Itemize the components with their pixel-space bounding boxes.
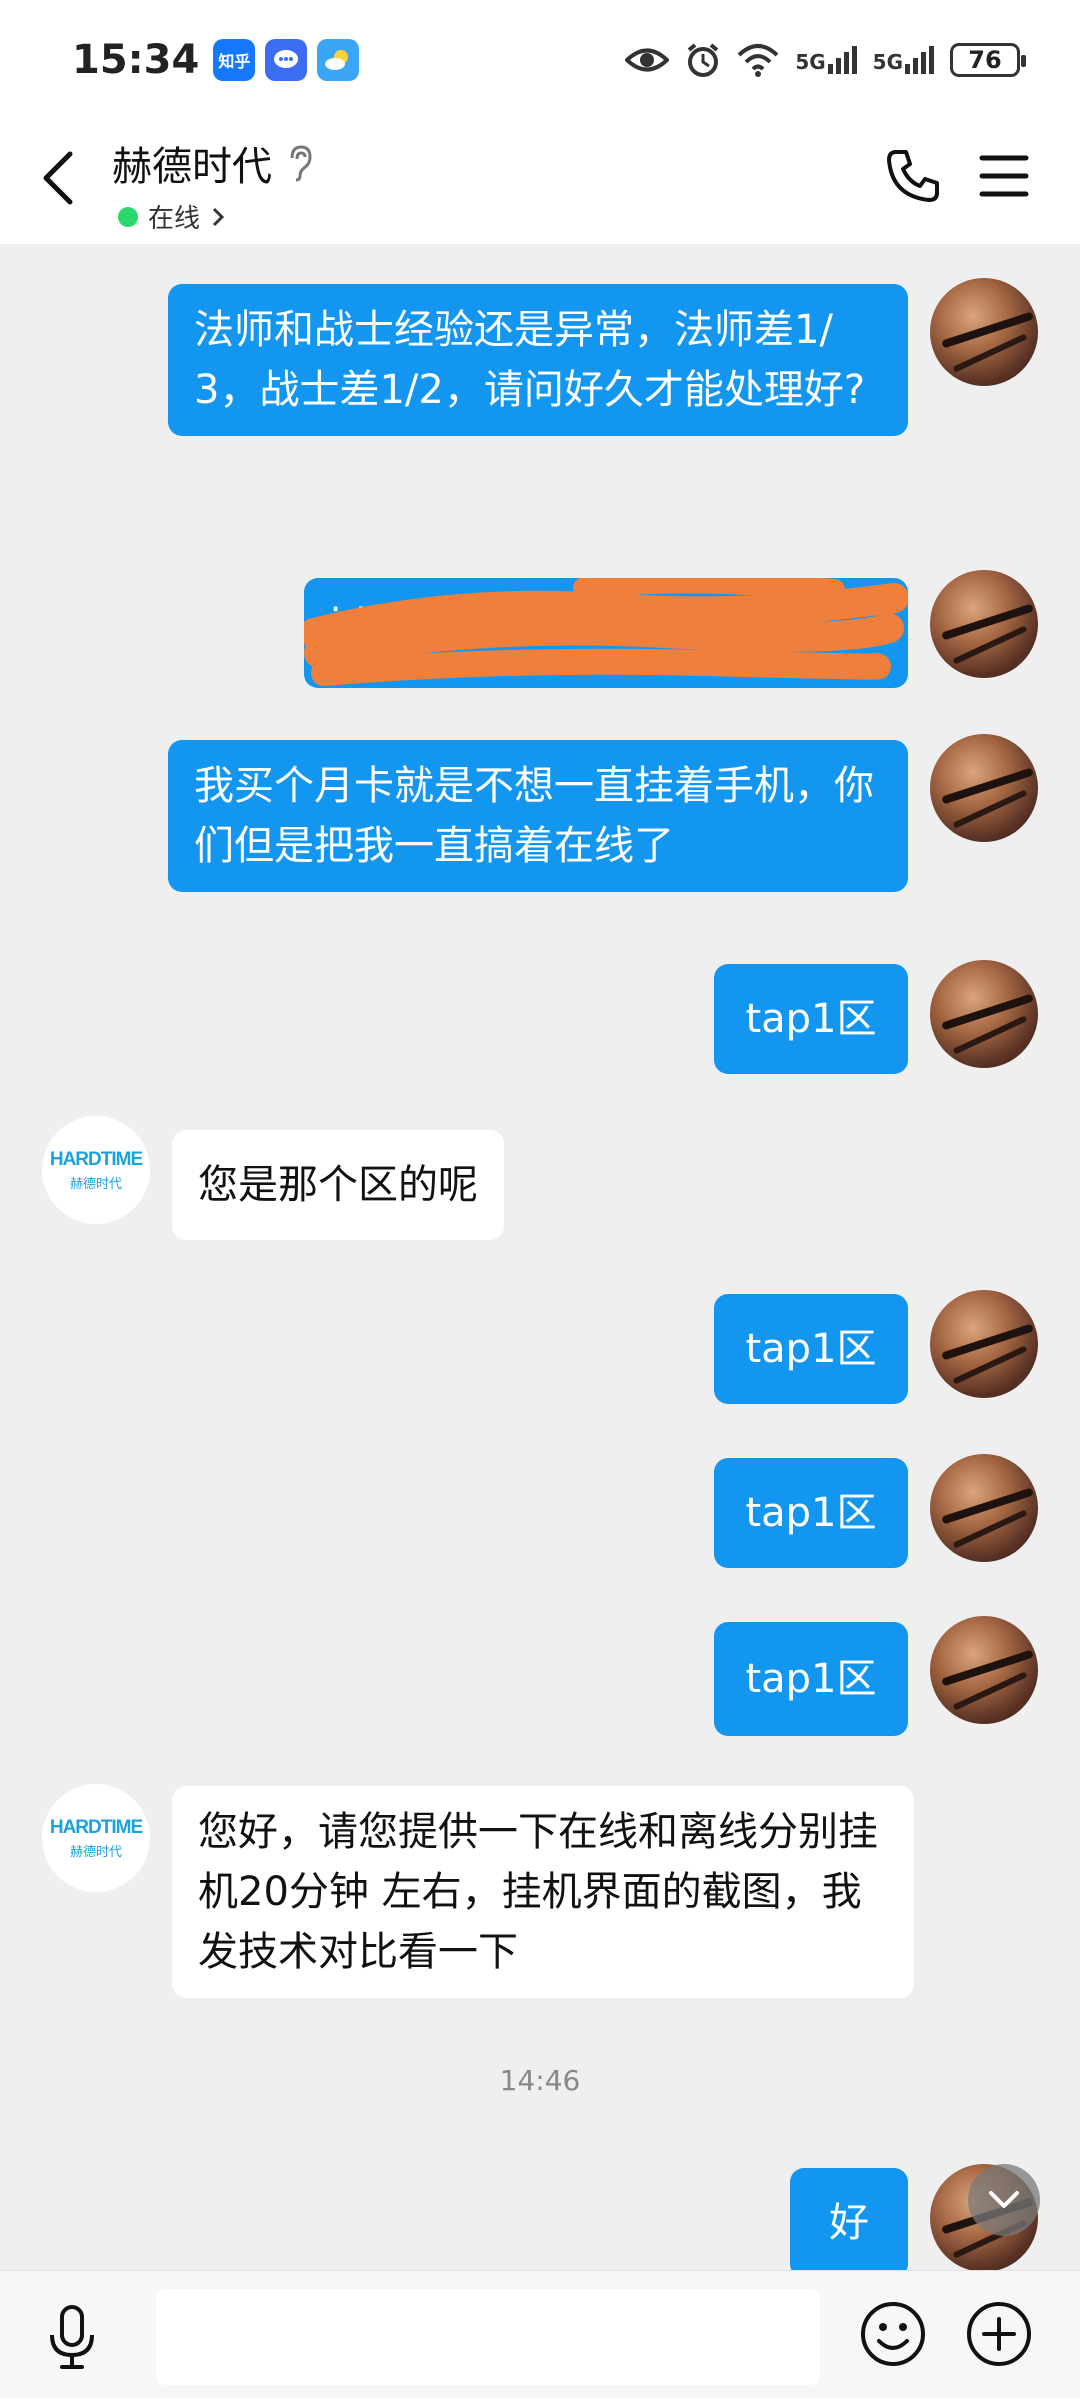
message-bubble-outgoing[interactable]: 法师和战士经验还是异常，法师差1/3，战士差1/2，请问好久才能处理好?	[168, 284, 908, 436]
contact-avatar[interactable]: HARDTIME 赫德时代	[42, 1784, 150, 1892]
alarm-icon	[688, 43, 719, 77]
contact-avatar[interactable]: HARDTIME 赫德时代	[42, 1116, 150, 1224]
chat-header: 赫德时代 在线	[0, 120, 1080, 244]
eye-icon	[625, 48, 670, 72]
scroll-to-bottom-button[interactable]	[968, 2164, 1040, 2236]
status-bar: 15:34 知乎 5G 5G 76	[0, 0, 1080, 120]
my-avatar[interactable]	[930, 278, 1038, 386]
microphone-icon[interactable]	[42, 2303, 102, 2373]
logo-text: HARDTIME	[49, 1148, 143, 1170]
logo-subtext: 赫德时代	[69, 1844, 122, 1860]
signal-icon-2: 5G	[873, 46, 934, 74]
my-avatar[interactable]	[930, 734, 1038, 842]
back-icon[interactable]	[38, 148, 82, 208]
chevron-right-icon	[212, 207, 225, 226]
zhihu-app-icon: 知乎	[213, 39, 256, 81]
wifi-icon	[737, 44, 779, 77]
message-bubble-incoming[interactable]: 您好，请您提供一下在线和离线分别挂机20分钟 左右，挂机界面的截图，我发技术对比…	[172, 1786, 914, 1998]
ear-icon	[290, 145, 312, 182]
message-bubble-outgoing[interactable]: tap1区	[714, 1458, 908, 1568]
my-avatar[interactable]	[930, 570, 1038, 678]
message-bubble-outgoing[interactable]: tap1区	[714, 1622, 908, 1736]
signal-icon-1: 5G	[795, 46, 857, 74]
message-bubble-outgoing[interactable]: tap1区	[714, 964, 908, 1074]
weather-app-icon	[317, 39, 360, 81]
battery-icon: 76	[950, 43, 1026, 77]
status-time: 15:34	[72, 37, 200, 83]
message-input[interactable]	[156, 2289, 820, 2385]
message-list[interactable]: 法师和战士经验还是异常，法师差1/3，战士差1/2，请问好久才能处理好? id号…	[0, 244, 1080, 2278]
my-avatar[interactable]	[930, 1454, 1038, 1562]
chevron-down-icon	[989, 2191, 1019, 2208]
chat-title-area[interactable]: 赫德时代 在线	[112, 134, 314, 235]
online-status: 在线	[148, 204, 201, 234]
logo-subtext: 赫德时代	[69, 1176, 122, 1192]
message-bubble-redacted[interactable]: id号 ... 78	[304, 578, 908, 688]
chat-title: 赫德时代	[112, 144, 272, 190]
redaction-scribble	[304, 578, 908, 686]
online-dot	[118, 206, 138, 227]
menu-icon[interactable]	[974, 146, 1034, 206]
message-bubble-outgoing[interactable]: tap1区	[714, 1294, 908, 1404]
emoji-icon[interactable]	[858, 2299, 928, 2369]
message-bubble-outgoing[interactable]: 我买个月卡就是不想一直挂着手机，你们但是把我一直搞着在线了	[168, 740, 908, 892]
phone-icon[interactable]	[882, 146, 942, 206]
logo-text: HARDTIME	[49, 1816, 143, 1838]
my-avatar[interactable]	[930, 960, 1038, 1068]
message-bubble-incoming[interactable]: 您是那个区的呢	[172, 1130, 504, 1240]
message-timestamp: 14:46	[499, 2064, 581, 2097]
input-bar	[0, 2270, 1080, 2398]
add-icon[interactable]	[964, 2299, 1034, 2369]
message-app-icon	[265, 39, 308, 81]
my-avatar[interactable]	[930, 1290, 1038, 1398]
message-bubble-outgoing[interactable]: 好	[790, 2168, 908, 2278]
my-avatar[interactable]	[930, 1616, 1038, 1724]
